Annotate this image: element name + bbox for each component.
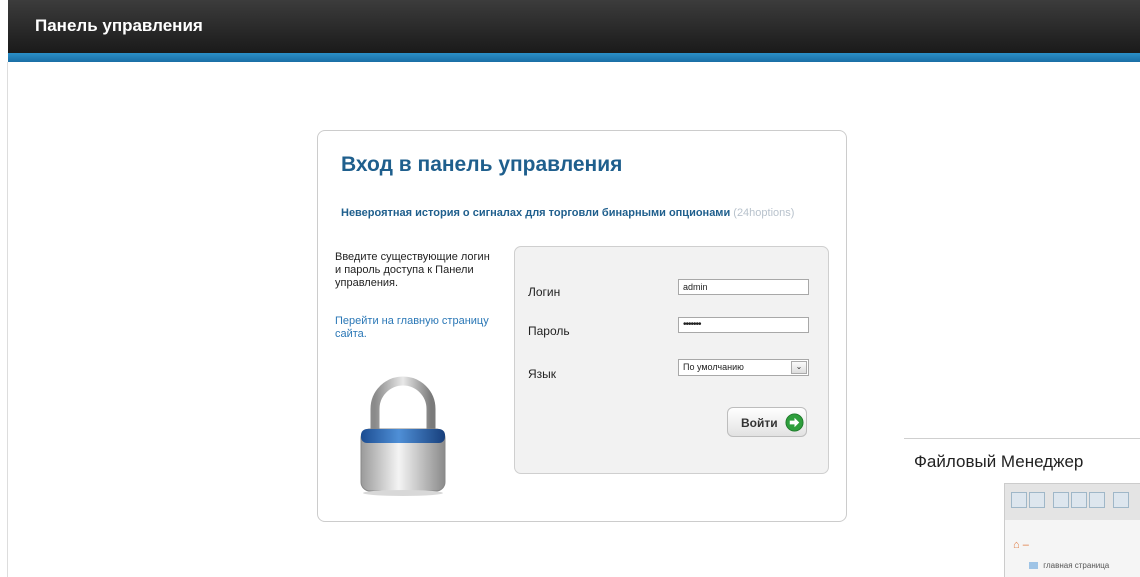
header-title: Панель управления	[35, 16, 203, 35]
chevron-down-icon[interactable]: ⌄	[791, 361, 807, 374]
tool-icon	[1113, 492, 1129, 508]
login-label: Логин	[528, 285, 561, 299]
site-name: Невероятная история о сигналах для торго…	[341, 207, 731, 219]
login-input[interactable]	[678, 279, 809, 295]
header-bar: Панель управления	[8, 0, 1140, 53]
login-title: Вход в панель управления	[341, 153, 623, 176]
login-form: Логин Пароль ••••••• Язык По умолчанию ⌄…	[514, 246, 829, 474]
language-selected: По умолчанию	[683, 362, 744, 372]
padlock-icon	[360, 376, 446, 496]
login-button-label: Войти	[741, 416, 778, 430]
password-input[interactable]: •••••••	[678, 317, 809, 333]
password-label: Пароль	[528, 324, 570, 338]
login-panel: Вход в панель управления Невероятная ист…	[317, 130, 847, 522]
new-file-icon	[1071, 492, 1087, 508]
arrow-right-icon	[785, 413, 804, 432]
language-select[interactable]: По умолчанию ⌄	[678, 359, 809, 376]
home-tree-root: ⌂ –	[1013, 539, 1029, 551]
file-manager-title: Файловый Менеджер	[914, 452, 1084, 471]
language-label: Язык	[528, 367, 557, 381]
home-link[interactable]: Перейти на главную страницу сайта.	[335, 315, 495, 341]
tree-item-label: главная страница	[1043, 561, 1110, 570]
forward-icon	[1029, 492, 1045, 508]
left-divider	[7, 62, 8, 577]
file-manager-preview: ⌂ – главная страница	[1004, 483, 1140, 577]
header-accent-bar	[8, 53, 1140, 62]
save-icon	[1089, 492, 1105, 508]
file-manager-divider	[904, 438, 1140, 439]
site-tag: (24hoptions)	[733, 207, 795, 219]
upload-icon	[1053, 492, 1069, 508]
back-icon	[1011, 492, 1027, 508]
folder-icon	[1029, 562, 1038, 570]
login-button[interactable]: Войти	[727, 407, 807, 437]
tree-item: главная страница	[1029, 561, 1109, 570]
site-subtitle: Невероятная история о сигналах для торго…	[341, 207, 794, 219]
file-manager-toolbar	[1005, 484, 1140, 520]
login-instructions: Введите существующие логин и пароль дост…	[335, 251, 490, 289]
